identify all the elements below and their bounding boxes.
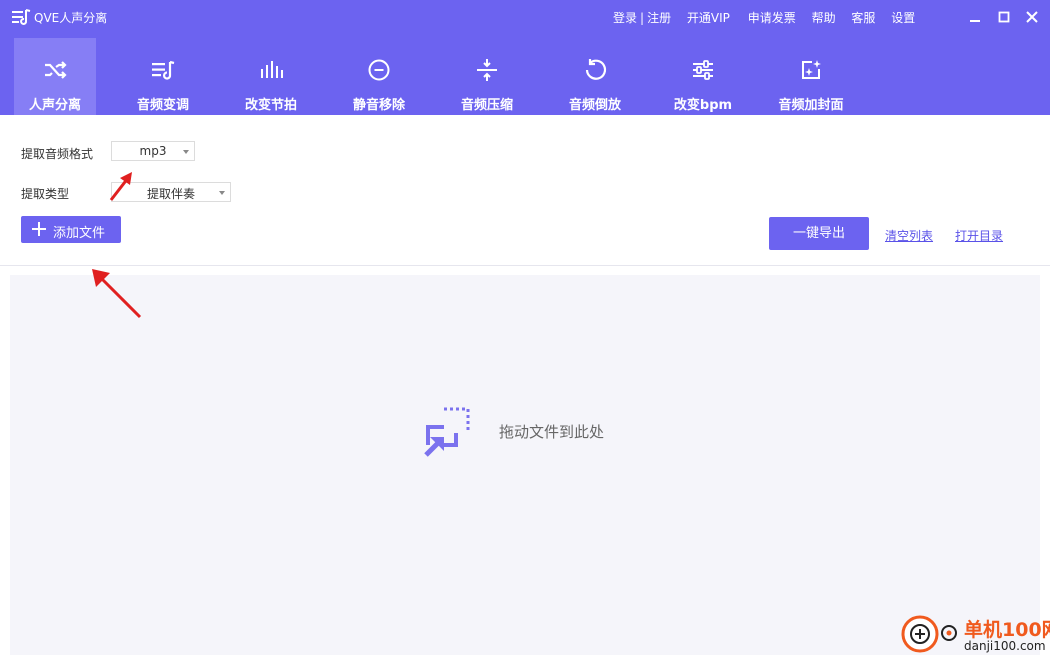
drop-hint-text: 拖动文件到此处 [499, 423, 605, 441]
tab-label: 音频变调 [136, 98, 189, 113]
minus-circle-icon [366, 57, 392, 83]
tab-silence-removal[interactable]: 静音移除 [338, 38, 420, 115]
tab-label: 音频压缩 [460, 98, 513, 113]
tab-compress[interactable]: 音频压缩 [446, 38, 528, 115]
plus-icon [32, 222, 46, 236]
minimize-button[interactable] [966, 8, 984, 26]
tab-voice-separation[interactable]: 人声分离 [14, 38, 96, 115]
tab-tempo[interactable]: 改变节拍 [230, 38, 312, 115]
link-separator: | [640, 11, 645, 25]
tab-reverse[interactable]: 音频倒放 [554, 38, 636, 115]
invoice-link[interactable]: 申请发票 [748, 11, 796, 25]
compress-icon [474, 57, 500, 83]
format-select-value: mp3 [139, 144, 167, 158]
top-links: 登录 | 注册 开通VIP 申请发票 帮助 客服 设置 [613, 9, 915, 26]
export-all-button[interactable]: 一键导出 [769, 217, 869, 250]
format-label: 提取音频格式 [21, 147, 94, 161]
vip-link[interactable]: 开通VIP [687, 11, 730, 25]
open-directory-link[interactable]: 打开目录 [955, 227, 1003, 244]
rotate-back-icon [582, 57, 608, 83]
add-file-label: 添加文件 [53, 226, 106, 241]
close-icon [1026, 11, 1038, 23]
equalizer-bars-icon [258, 57, 284, 83]
clear-list-link[interactable]: 清空列表 [885, 227, 933, 244]
drag-drop-icon [418, 403, 474, 459]
register-link[interactable]: 注册 [647, 11, 671, 25]
tab-label: 音频加封面 [778, 98, 844, 113]
tab-label: 音频倒放 [568, 98, 621, 113]
watermark-logo-icon [901, 615, 939, 653]
tab-add-cover[interactable]: 音频加封面 [770, 38, 852, 115]
watermark-dot-icon [941, 625, 957, 641]
divider [0, 265, 1050, 266]
chevron-down-icon [219, 191, 225, 195]
shuffle-icon [42, 57, 68, 83]
watermark-brand: 单机100网 [964, 619, 1050, 641]
service-link[interactable]: 客服 [851, 11, 875, 25]
tab-pitch-shift[interactable]: 音频变调 [122, 38, 204, 115]
app-title: QVE人声分离 [34, 11, 108, 25]
file-drop-zone[interactable]: 拖动文件到此处 [10, 275, 1040, 655]
format-select[interactable]: mp3 [111, 141, 195, 161]
watermark: 单机100网 danji100.com [898, 612, 1050, 660]
image-sparkle-icon [798, 57, 824, 83]
type-label: 提取类型 [21, 187, 70, 201]
close-button[interactable] [1023, 8, 1041, 26]
sliders-icon [690, 57, 716, 83]
tab-label: 改变节拍 [244, 98, 297, 113]
maximize-button[interactable] [995, 8, 1013, 26]
music-list-icon [150, 57, 176, 83]
tab-bpm[interactable]: 改变bpm [662, 38, 744, 115]
annotation-arrow-icon [109, 172, 132, 201]
music-list-icon [11, 7, 31, 27]
add-file-button[interactable]: 添加文件 [21, 216, 121, 243]
minimize-icon [970, 20, 980, 22]
chevron-down-icon [183, 150, 189, 154]
annotation-arrow-icon [92, 269, 142, 319]
tab-label: 人声分离 [28, 98, 81, 113]
login-link[interactable]: 登录 [613, 11, 637, 25]
tab-label: 静音移除 [352, 98, 405, 113]
maximize-icon [998, 11, 1010, 23]
settings-link[interactable]: 设置 [891, 11, 915, 25]
tab-label: 改变bpm [673, 98, 733, 113]
watermark-url: danji100.com [964, 639, 1046, 653]
help-link[interactable]: 帮助 [812, 11, 836, 25]
title-bar: QVE人声分离 登录 | 注册 开通VIP 申请发票 帮助 客服 设置 人声分离 音… [0, 0, 1050, 115]
